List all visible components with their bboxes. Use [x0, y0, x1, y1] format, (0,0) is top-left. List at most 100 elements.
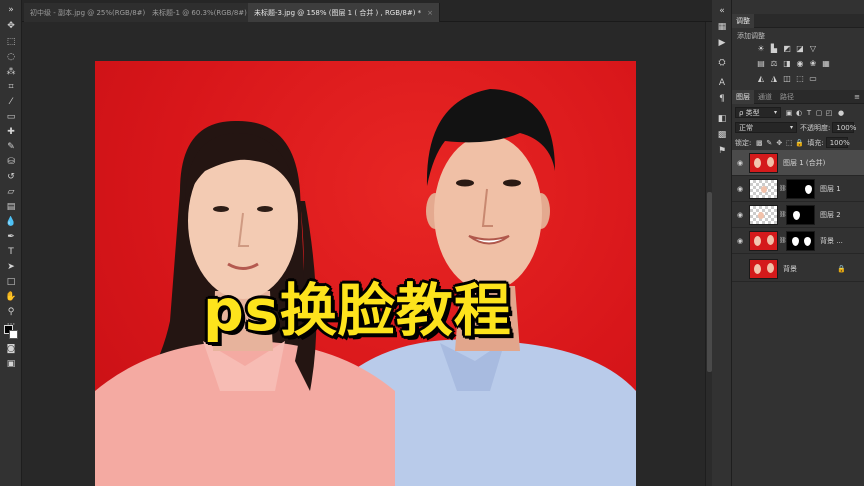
panel-collapse-icon[interactable]: « [715, 4, 729, 17]
face-thumbnail-shape [761, 185, 767, 193]
photo-filter-icon[interactable]: ◉ [795, 58, 805, 68]
swatches-icon[interactable]: ▩ [715, 128, 729, 141]
chevron-down-icon: ▾ [789, 124, 793, 131]
pixel-filter-icon[interactable]: ▣ [784, 108, 794, 118]
layer-mask-thumbnail[interactable] [786, 230, 815, 251]
canvas-area[interactable]: ps换脸教程 [22, 22, 705, 486]
adjustment-filter-icon[interactable]: ◐ [794, 108, 804, 118]
gradient-tool-icon[interactable]: ▤ [3, 201, 19, 214]
color-balance-icon[interactable]: ⚖ [769, 58, 779, 68]
brush-tool-icon[interactable]: ✎ [3, 141, 19, 154]
layer-mask-thumbnail[interactable] [786, 178, 815, 199]
history-icon[interactable]: ▦ [715, 20, 729, 33]
shape-filter-icon[interactable]: ▢ [814, 108, 824, 118]
text-tool-icon[interactable]: T [3, 246, 19, 259]
fill-input[interactable]: 100% [825, 137, 850, 148]
levels-icon[interactable]: ▙ [769, 43, 779, 53]
play-action-icon[interactable]: ▶ [715, 36, 729, 49]
panel-icon-strip: « ▦ ▶ ⛭ A ¶ ◧ ▩ ⚑ [712, 0, 732, 486]
lock-artboard-icon[interactable]: ⬚ [784, 138, 794, 148]
lock-pixels-icon[interactable]: ✎ [764, 138, 774, 148]
character-icon[interactable]: A [715, 76, 729, 89]
link-icon[interactable]: ⛓ [779, 237, 787, 244]
channel-mixer-icon[interactable]: ❀ [808, 58, 818, 68]
move-tool-icon[interactable]: ✥ [3, 20, 19, 33]
lock-position-icon[interactable]: ✥ [774, 138, 784, 148]
panel-menu-icon[interactable]: ≡ [854, 93, 860, 101]
vibrance-icon[interactable]: ▽ [808, 43, 818, 53]
document-tab-bar: 初中级 - 副本.jpg @ 25%(RGB/8#) × 未标题-1 @ 60.… [22, 0, 712, 22]
brightness-icon[interactable]: ☀ [756, 43, 766, 53]
opacity-label: 不透明度: [800, 123, 831, 132]
zoom-tool-icon[interactable]: ⚲ [3, 306, 19, 319]
eraser-tool-icon[interactable]: ▱ [3, 186, 19, 199]
black-white-icon[interactable]: ◨ [782, 58, 792, 68]
quick-mask-icon[interactable]: ◙ [3, 343, 19, 356]
posterize-icon[interactable]: ◮ [769, 73, 779, 83]
threshold-icon[interactable]: ◫ [782, 73, 792, 83]
clone-stamp-tool-icon[interactable]: ⛁ [3, 156, 19, 169]
blend-mode-select[interactable]: 正常 ▾ [735, 122, 797, 133]
canvas-vertical-scrollbar[interactable] [705, 22, 712, 486]
invert-icon[interactable]: ◭ [756, 73, 766, 83]
layer-filter-row: ρ 类型 ▾ ▣ ◐ T ▢ ◰ ● [732, 107, 864, 118]
properties-icon[interactable]: ◧ [715, 112, 729, 125]
paragraph-icon[interactable]: ¶ [715, 92, 729, 105]
gradient-map-icon[interactable]: ▭ [808, 73, 818, 83]
layer-row-background[interactable]: 背景 🔒 [732, 256, 864, 282]
history-brush-tool-icon[interactable]: ↺ [3, 171, 19, 184]
healing-brush-tool-icon[interactable]: ✚ [3, 126, 19, 139]
link-icon[interactable]: ⛓ [779, 211, 787, 218]
eye-icon[interactable]: ◉ [732, 159, 748, 167]
shape-tool-icon[interactable]: □ [3, 276, 19, 289]
link-icon[interactable]: ⛓ [779, 185, 787, 192]
panel-collapse-icon[interactable]: » [3, 4, 19, 17]
background-color-swatch[interactable] [9, 330, 18, 339]
adjustment-row-3: ◭ ◮ ◫ ⬚ ▭ [756, 73, 818, 83]
curves-icon[interactable]: ◩ [782, 43, 792, 53]
document-tab-3[interactable]: 未标题-3.jpg @ 158% (图层 1 ( 合并 ) , RGB/8#) … [248, 3, 441, 22]
layer-mask-thumbnail[interactable] [786, 204, 815, 225]
hand-tool-icon[interactable]: ✋ [3, 291, 19, 304]
lock-all-icon[interactable]: 🔒 [794, 138, 804, 148]
eyedropper-tool-icon[interactable]: ⁄ [3, 96, 19, 109]
lasso-tool-icon[interactable]: ◌ [3, 51, 19, 64]
crop-tool-icon[interactable]: ⌗ [3, 81, 19, 94]
layer-filter-select[interactable]: ρ 类型 ▾ [735, 107, 781, 118]
eye-icon[interactable]: ◉ [732, 237, 748, 245]
marquee-tool-icon[interactable]: ⬚ [3, 36, 19, 49]
frame-tool-icon[interactable]: ▭ [3, 111, 19, 124]
tab-channels[interactable]: 通道 [754, 90, 776, 104]
tab-adjustments[interactable]: 调整 [732, 13, 754, 28]
opacity-input[interactable]: 100% [832, 122, 856, 133]
path-selection-tool-icon[interactable]: ➤ [3, 261, 19, 274]
layer-row-layer2[interactable]: ◉ ⛓ 图层 2 [732, 202, 864, 228]
document-canvas[interactable]: ps换脸教程 [95, 61, 636, 486]
pen-tool-icon[interactable]: ✒ [3, 231, 19, 244]
selective-color-icon[interactable]: ⬚ [795, 73, 805, 83]
layer-thumbnail [749, 178, 778, 199]
screen-mode-icon[interactable]: ▣ [3, 358, 19, 371]
tab-paths[interactable]: 路径 [776, 90, 798, 104]
blend-mode-value: 正常 [739, 123, 753, 132]
color-lookup-icon[interactable]: ▦ [821, 58, 831, 68]
tab-layers[interactable]: 图层 [732, 89, 754, 104]
exposure-icon[interactable]: ◪ [795, 43, 805, 53]
magic-wand-tool-icon[interactable]: ⁂ [3, 66, 19, 79]
lock-transparent-icon[interactable]: ▩ [754, 138, 764, 148]
layer-row-background-copy[interactable]: ◉ ⛓ 背景 ... [732, 228, 864, 254]
hue-saturation-icon[interactable]: ▤ [756, 58, 766, 68]
eye-icon[interactable]: ◉ [732, 185, 748, 193]
filter-toggle-icon[interactable]: ● [836, 108, 846, 118]
layer-row-layer1[interactable]: ◉ ⛓ 图层 1 [732, 176, 864, 202]
document-tab-1[interactable]: 初中级 - 副本.jpg @ 25%(RGB/8#) × [24, 3, 165, 22]
layer-name: 背景 [783, 264, 797, 273]
tool-presets-icon[interactable]: ⛭ [715, 56, 729, 69]
blur-tool-icon[interactable]: 💧 [3, 216, 19, 229]
eye-icon[interactable]: ◉ [732, 211, 748, 219]
close-icon[interactable]: × [427, 9, 433, 17]
libraries-icon[interactable]: ⚑ [715, 144, 729, 157]
layer-row-merged[interactable]: ◉ 图层 1 (合并) [732, 150, 864, 176]
smart-object-filter-icon[interactable]: ◰ [824, 108, 834, 118]
type-filter-icon[interactable]: T [804, 108, 814, 118]
